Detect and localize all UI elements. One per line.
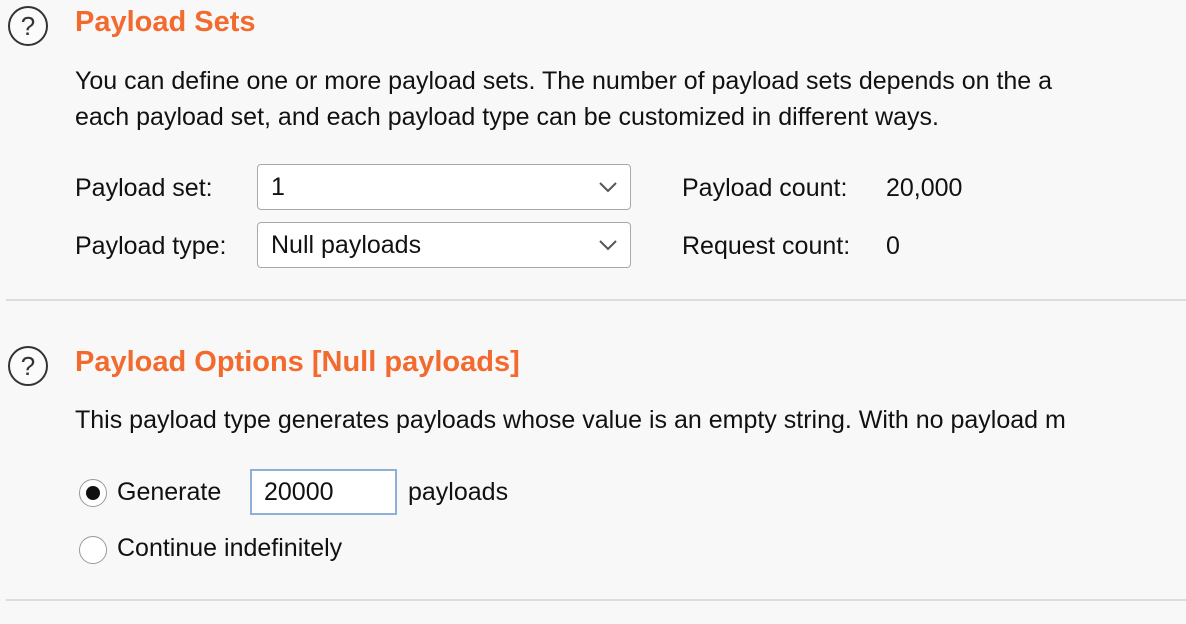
payload-options-title: Payload Options [Null payloads]	[75, 346, 520, 378]
payload-sets-title: Payload Sets	[75, 6, 256, 38]
radio-selected-dot	[86, 486, 100, 500]
payloads-suffix-label: payloads	[408, 478, 509, 506]
generate-label[interactable]: Generate	[117, 478, 221, 507]
payload-type-value: Null payloads	[271, 230, 422, 259]
section-divider	[6, 299, 1186, 301]
payload-count-label: Payload count:	[682, 174, 848, 202]
generate-radio[interactable]	[79, 479, 107, 507]
request-count-value: 0	[886, 232, 900, 260]
payload-sets-description-line1: You can define one or more payload sets.…	[75, 67, 1053, 95]
payload-options-description: This payload type generates payloads who…	[75, 406, 1066, 434]
payload-count-value: 20,000	[886, 174, 963, 202]
continue-indefinitely-radio[interactable]	[79, 536, 107, 564]
payload-type-label: Payload type:	[75, 232, 227, 260]
generate-count-input[interactable]	[250, 469, 397, 515]
payload-set-label: Payload set:	[75, 174, 213, 202]
payload-set-select[interactable]: 1	[257, 164, 631, 210]
payload-type-select[interactable]: Null payloads	[257, 222, 631, 268]
help-icon[interactable]: ?	[8, 346, 48, 386]
section-divider	[6, 599, 1186, 601]
help-icon[interactable]: ?	[8, 6, 48, 46]
chevron-down-icon	[599, 182, 617, 193]
intruder-payloads-panel: ? Payload Sets You can define one or mor…	[0, 0, 1186, 624]
chevron-down-icon	[599, 240, 617, 251]
payload-sets-description-line2: each payload set, and each payload type …	[75, 103, 939, 131]
payload-set-value: 1	[271, 172, 285, 201]
continue-indefinitely-label[interactable]: Continue indefinitely	[117, 534, 342, 563]
request-count-label: Request count:	[682, 232, 851, 260]
